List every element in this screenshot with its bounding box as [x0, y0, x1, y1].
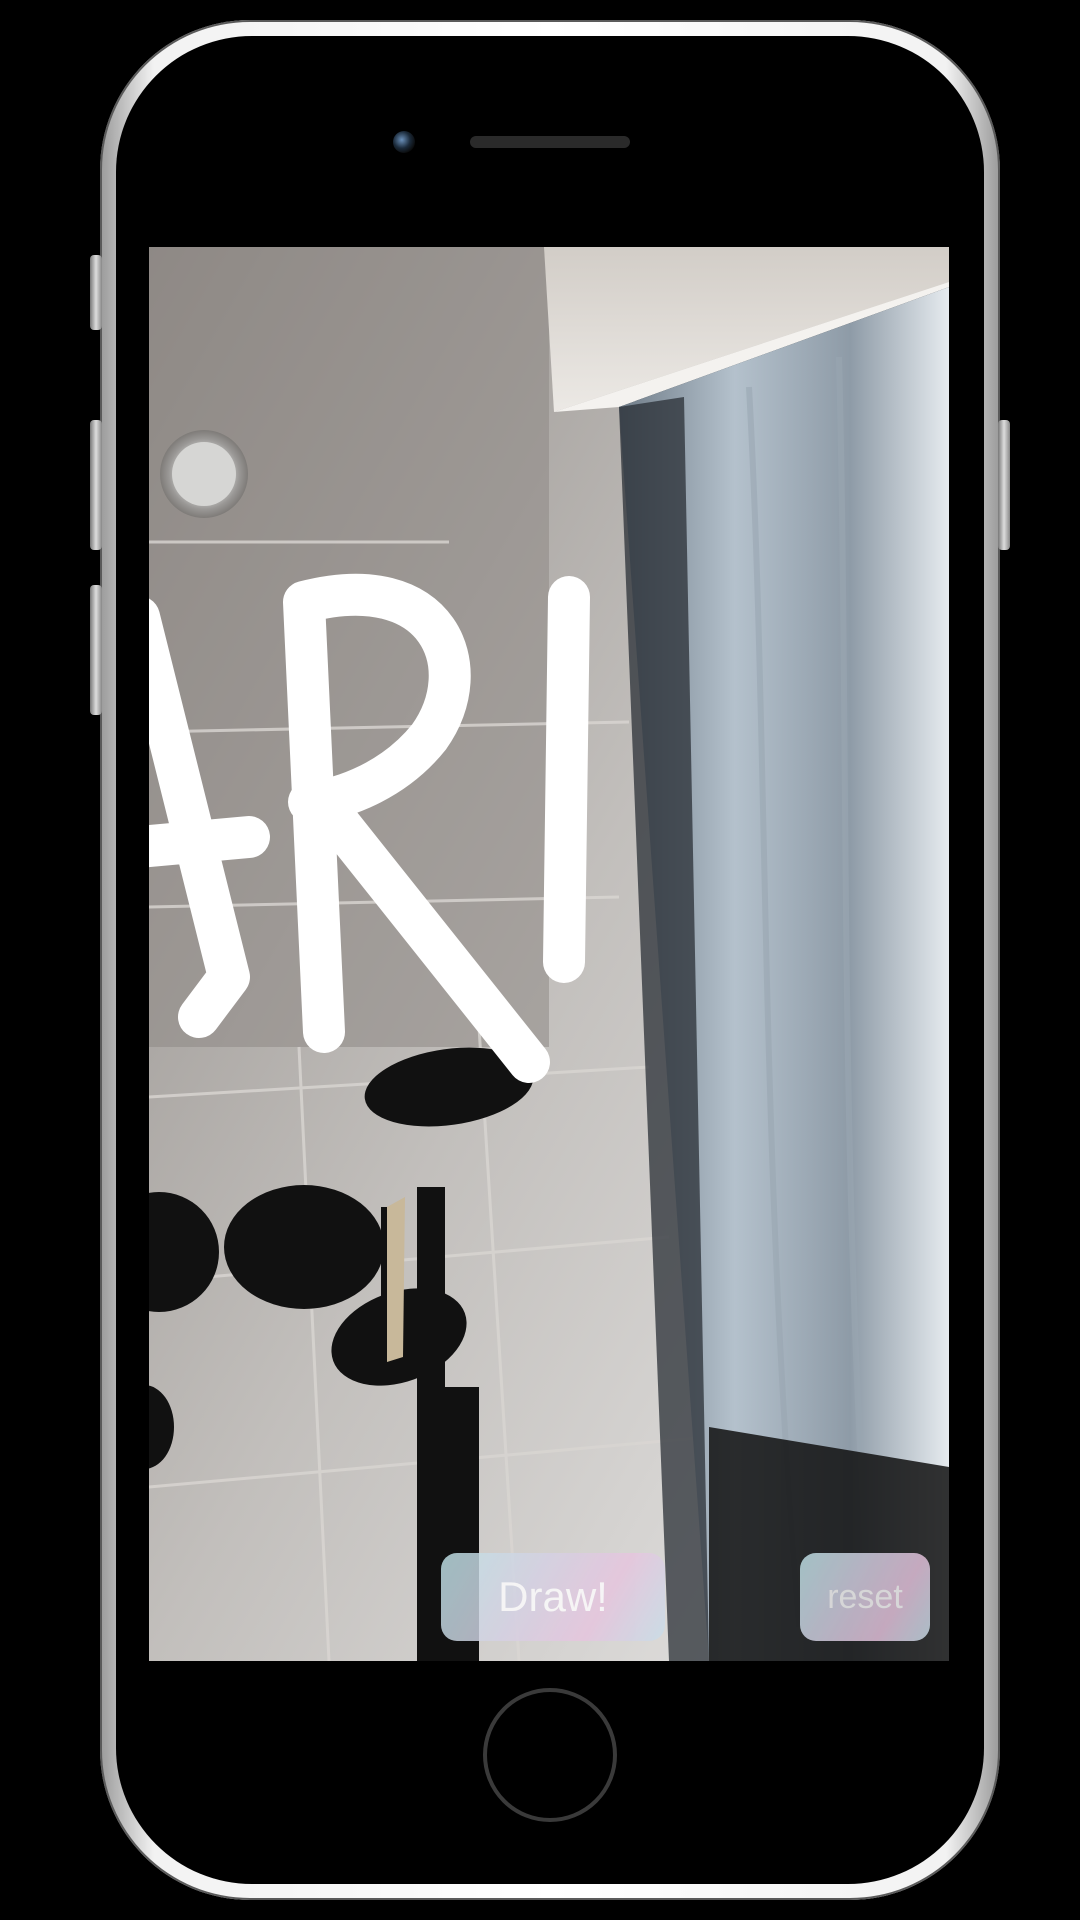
ar-camera-view[interactable]: Draw! reset: [149, 247, 949, 1661]
front-camera-icon: [393, 131, 415, 153]
home-button-icon[interactable]: [483, 1688, 617, 1822]
camera-scene: [149, 247, 949, 1661]
volume-down-button: [90, 585, 102, 715]
video-frame: Draw! reset: [0, 0, 1080, 1920]
mute-switch: [90, 255, 102, 330]
volume-up-button: [90, 420, 102, 550]
draw-button[interactable]: Draw!: [441, 1553, 665, 1641]
power-button: [998, 420, 1010, 550]
earpiece-icon: [470, 136, 630, 148]
reset-button[interactable]: reset: [800, 1553, 930, 1641]
